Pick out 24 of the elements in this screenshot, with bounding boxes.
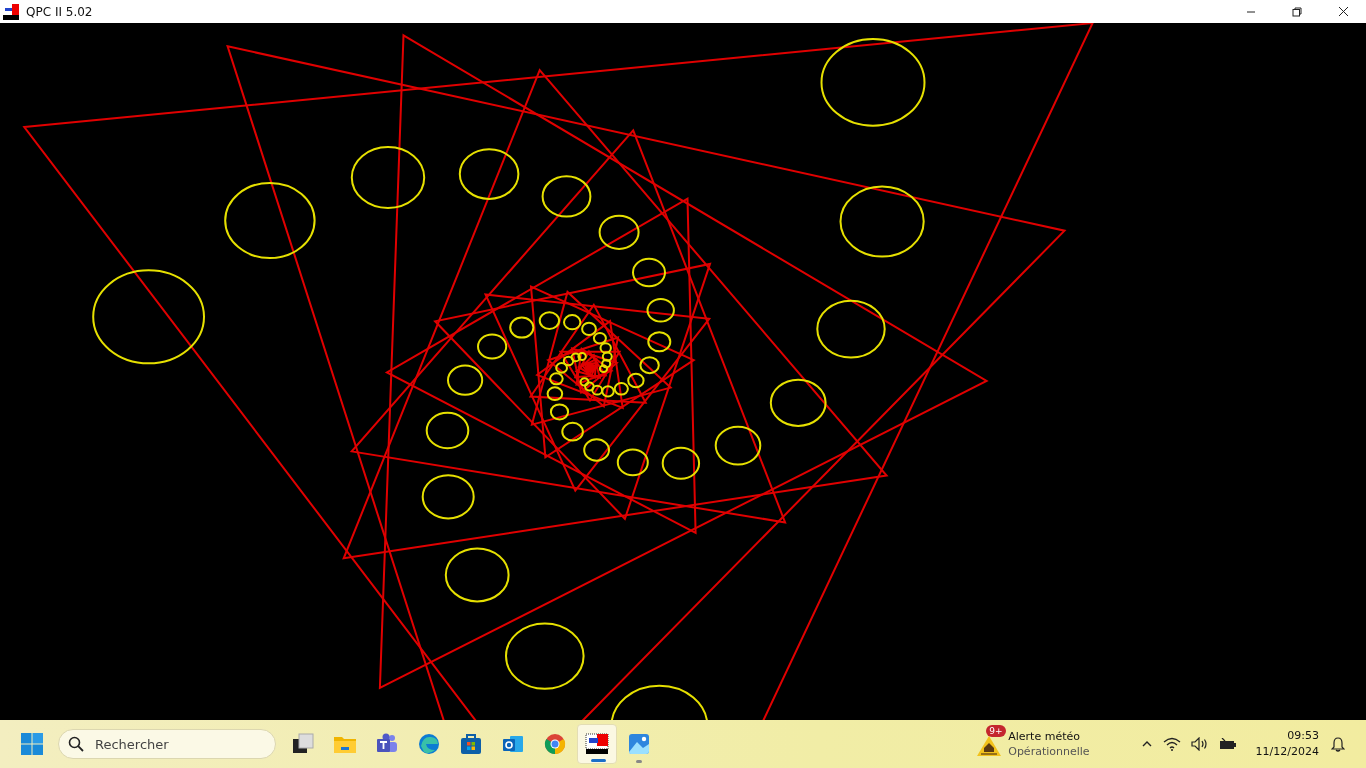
- photos-icon: [627, 732, 651, 756]
- weather-title[interactable]: Alerte météo: [1008, 729, 1090, 744]
- bell-icon[interactable]: [1331, 736, 1345, 752]
- chrome-icon: [543, 732, 567, 756]
- wifi-icon[interactable]: [1162, 737, 1181, 751]
- store-icon: [459, 732, 483, 756]
- close-icon: [1337, 6, 1349, 17]
- app-icon: [585, 732, 609, 756]
- clock-time[interactable]: 09:53: [1287, 728, 1319, 744]
- weather-alert-icon[interactable]: [976, 735, 1003, 757]
- taskbar-button[interactable]: [577, 724, 617, 764]
- task-view-icon: [291, 732, 315, 756]
- speaker-icon[interactable]: [1190, 737, 1209, 751]
- search-field[interactable]: Rechercher: [58, 729, 276, 759]
- restore-icon: [1291, 6, 1303, 17]
- battery-icon[interactable]: [1218, 738, 1237, 750]
- window-title: QPC II 5.02: [26, 4, 93, 19]
- clock-date[interactable]: 11/12/2024: [1255, 744, 1319, 760]
- start-button[interactable]: [20, 732, 44, 756]
- search-icon: [68, 736, 84, 752]
- edge-icon: [417, 732, 441, 756]
- notification-badge: 9+: [986, 725, 1006, 737]
- app-icon: [3, 3, 19, 20]
- weather-status[interactable]: Opérationnelle: [1008, 744, 1090, 759]
